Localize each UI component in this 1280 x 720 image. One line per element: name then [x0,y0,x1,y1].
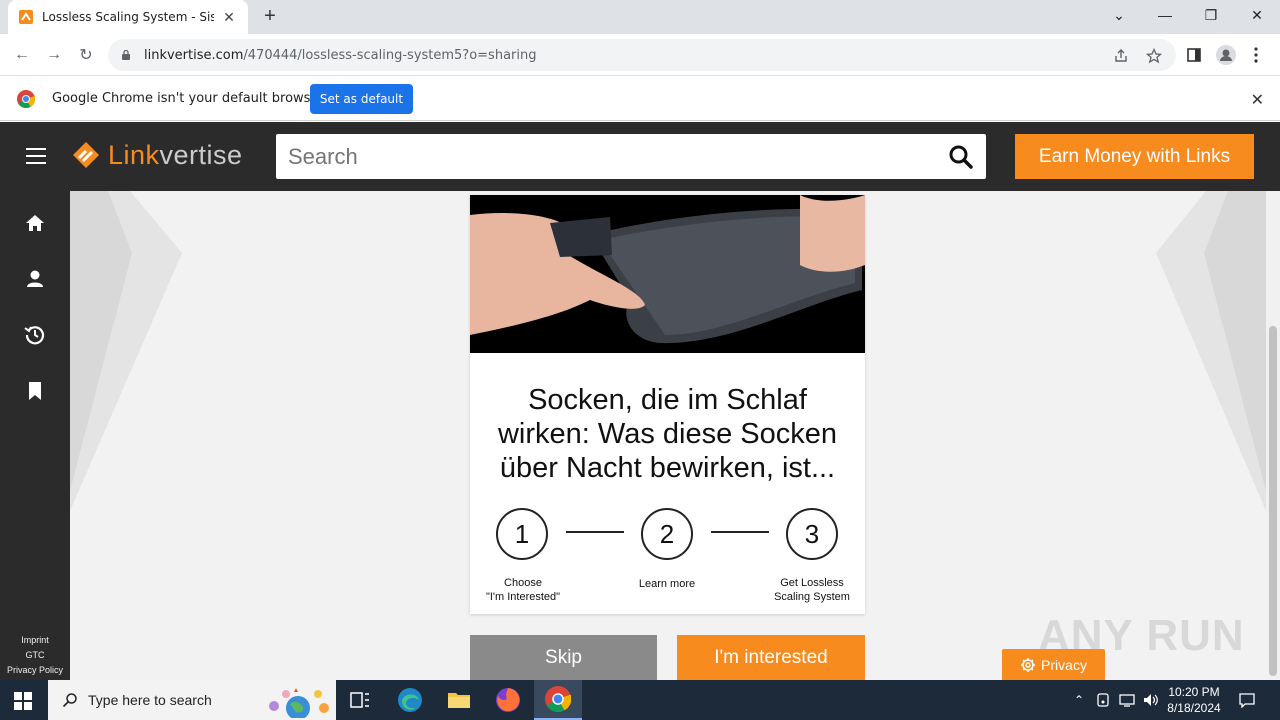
taskbar-search-placeholder: Type here to search [88,692,212,708]
firefox-icon[interactable] [484,680,532,720]
logo-link-text: Link [108,139,160,170]
logo-vertise-text: vertise [159,139,243,170]
main-content: Socken, die im Schlaf wirken: Was diese … [70,191,1266,680]
search-highlight-icon [269,688,329,718]
set-default-button[interactable]: Set as default [310,84,413,114]
left-decoration [70,191,182,511]
linkvertise-logo-mark-icon [73,142,99,168]
share-icon[interactable] [1113,48,1129,64]
edge-icon[interactable] [386,680,434,720]
profile-avatar-icon[interactable] [1215,44,1237,66]
bookmark-star-icon[interactable] [1146,48,1162,64]
privacy-label: Privacy [1041,656,1087,673]
skip-button[interactable]: Skip [470,635,657,680]
step-3-label: Get Lossless Scaling System [757,576,867,604]
side-panel-icon[interactable] [1183,44,1205,66]
minimize-icon[interactable]: — [1142,0,1188,30]
step-3-circle: 3 [786,508,838,560]
tab-search-chevron-icon[interactable]: ⌄ [1096,0,1142,30]
url-domain: linkvertise.com [144,47,244,63]
reload-icon[interactable]: ↻ [75,44,97,66]
gear-icon [1021,657,1036,672]
right-decoration [1156,191,1266,511]
default-browser-infobar: Google Chrome isn't your default browser… [0,77,1280,121]
infobar-close-icon[interactable]: ✕ [1251,90,1264,110]
taskbar-search-box[interactable]: Type here to search [48,680,336,720]
search-icon[interactable] [948,144,974,170]
profile-icon[interactable] [24,268,46,290]
privacy-policy-link[interactable]: Privacy Policy [0,663,70,678]
lock-icon [122,49,130,60]
taskbar-search-icon [62,693,77,708]
chrome-logo-icon [17,90,35,108]
scrollbar-thumb[interactable] [1269,326,1277,676]
forward-icon[interactable]: → [43,44,65,66]
left-sidebar: Imprint GTC Privacy Policy [0,191,70,680]
windows-start-icon[interactable] [14,692,32,710]
logo-wordmark: Linkvertise [108,140,243,171]
step-2-label: Learn more [612,577,722,591]
url-path: /470444/lossless-scaling-system5?o=shari… [243,47,537,63]
window-close-icon[interactable]: ✕ [1234,0,1280,30]
step-1-label: Choose "I'm Interested" [468,576,578,604]
clock-time: 10:20 PM [1168,685,1220,699]
hamburger-menu-icon[interactable] [26,148,46,164]
earn-money-button[interactable]: Earn Money with Links [1015,134,1254,179]
browser-tabstrip: Lossless Scaling System - Sistem ✕ + ⌄ —… [0,0,1280,34]
menu-dots-icon[interactable] [1245,44,1267,66]
url-text: linkvertise.com/470444/lossless-scaling-… [144,48,536,63]
linkvertise-favicon-icon [19,10,33,24]
chrome-taskbar-icon[interactable] [534,680,582,720]
browser-toolbar: ← → ↻ linkvertise.com/470444/lossless-sc… [0,34,1280,76]
browser-tab[interactable]: Lossless Scaling System - Sistem ✕ [8,0,248,34]
infobar-message: Google Chrome isn't your default browser [52,91,324,106]
notifications-icon[interactable] [1236,680,1258,720]
step-1-label-line1: Choose [504,577,542,589]
site-header: Linkvertise Earn Money with Links [0,122,1280,191]
clock-date: 8/18/2024 [1167,701,1221,715]
progress-steps: 1 2 3 Choose "I'm Interested" Learn more… [470,508,865,608]
back-icon[interactable]: ← [11,44,33,66]
step-3-label-line1: Get Lossless [780,577,844,589]
interested-button[interactable]: I'm interested [677,635,865,680]
device-icon[interactable] [1094,680,1112,720]
site-search-box[interactable] [276,134,986,179]
home-icon[interactable] [24,212,46,234]
gtc-link[interactable]: GTC [0,648,70,663]
privacy-button[interactable]: Privacy [1002,649,1105,680]
linkvertise-logo[interactable]: Linkvertise [70,139,243,171]
step-connector [711,531,769,533]
step-2-label-line1: Learn more [638,578,696,590]
site-search-input[interactable] [288,143,928,170]
ad-headline[interactable]: Socken, die im Schlaf wirken: Was diese … [480,383,855,485]
ad-image[interactable] [470,195,865,353]
new-tab-icon[interactable]: + [260,6,280,26]
step-3-label-line2: Scaling System [774,591,850,603]
restore-icon[interactable]: ❐ [1188,0,1234,30]
history-icon[interactable] [24,324,46,346]
step-connector [566,531,624,533]
file-explorer-icon[interactable] [435,680,483,720]
windows-taskbar: Type here to search ⌃ 10:20 PM 8/18/2024 [0,680,1280,720]
bookmark-icon[interactable] [24,380,46,402]
imprint-link[interactable]: Imprint [0,633,70,648]
network-icon[interactable] [1117,680,1137,720]
task-view-icon[interactable] [336,680,384,720]
ad-card[interactable]: Socken, die im Schlaf wirken: Was diese … [470,195,865,614]
page-scrollbar[interactable] [1266,191,1280,680]
step-1-circle: 1 [496,508,548,560]
sidebar-footer-links: Imprint GTC Privacy Policy [0,633,70,678]
address-bar[interactable]: linkvertise.com/470444/lossless-scaling-… [108,39,1176,71]
step-2-circle: 2 [641,508,693,560]
tab-title: Lossless Scaling System - Sistem [42,10,214,24]
taskbar-clock[interactable]: 10:20 PM 8/18/2024 [1158,684,1230,716]
show-hidden-icons-icon[interactable]: ⌃ [1070,680,1088,720]
tab-close-icon[interactable]: ✕ [220,9,238,26]
step-1-label-line2: "I'm Interested" [485,591,561,603]
